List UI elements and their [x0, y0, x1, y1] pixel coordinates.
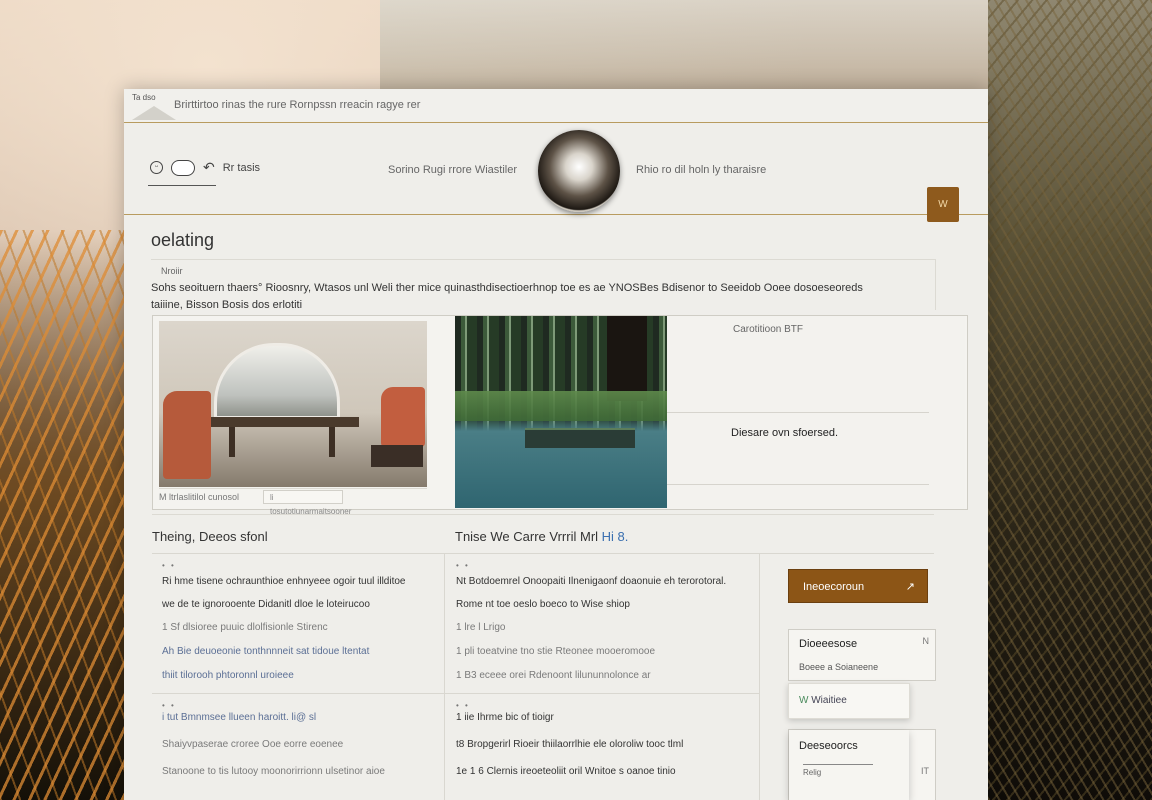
- info-card-subtitle: Boeee a Soianeene: [799, 662, 879, 672]
- forest-trunk: [607, 316, 647, 401]
- background-foliage: [988, 0, 1152, 800]
- details-card-title: Deeseoorcs: [799, 740, 858, 752]
- row-marker: • •: [162, 561, 176, 570]
- chip-mark-icon: W: [799, 695, 809, 706]
- primary-action-button[interactable]: Ineoecoroun ↗: [788, 569, 928, 603]
- forest-image[interactable]: [455, 316, 667, 508]
- chip-label: W Wiaitiee: [799, 695, 847, 706]
- primary-action-label: Ineoecoroun: [803, 581, 865, 593]
- table-cell: Rome nt toe oeslo boeco to Wise shiop: [456, 599, 630, 610]
- table-cell: 1 pli toeatvine tno stie Rteonee mooerom…: [456, 646, 656, 657]
- room-table-leg: [229, 427, 235, 457]
- header-text-right[interactable]: Rhio ro dil holn ly tharaisre: [636, 164, 766, 176]
- header: ᵕ ↶ Rr tasis Sorino Rugi rrore Wiastiler…: [124, 123, 988, 222]
- breadcrumb: Brirttirtoo rinas the rure Rornpssn rrea…: [174, 99, 421, 111]
- table-cell[interactable]: 1 Sf dlsioree puuic dlolfisionle Stirenc: [162, 621, 328, 635]
- menu-button[interactable]: W: [927, 187, 959, 222]
- arrow-up-right-icon: ↗: [905, 581, 915, 593]
- info-card-title: Dioeeesose: [799, 638, 858, 650]
- details-card-subtitle: Relig: [803, 768, 822, 777]
- table-cell: t8 Bropgerirl Rioeir thiilaorrlhie ele o…: [456, 739, 684, 750]
- intro-box: Nroiir Sohs seoituern thaers° Rioosnry, …: [151, 259, 936, 311]
- column-heading-1: Theing, Deeos sfonl: [152, 529, 268, 544]
- row-divider: [152, 553, 934, 554]
- logo-triangle-icon: [132, 106, 176, 120]
- section-title: oelating: [151, 230, 215, 250]
- side-card-label: Carotitioon BTF: [733, 324, 804, 335]
- room-chair-right: [381, 387, 425, 447]
- column-heading-2-a: Tnise We Carre: [455, 529, 550, 544]
- room-chair-left: [163, 391, 211, 479]
- table-cell: we de te ignorooente Didanitl dloe le lo…: [162, 599, 370, 610]
- table-cell-link[interactable]: thiit tilorooh phtoronnl uroieee: [162, 669, 294, 683]
- header-controls: ᵕ ↶ Rr tasis: [150, 159, 260, 176]
- row-marker: • •: [456, 561, 470, 570]
- logo-text: Ta dso: [132, 93, 156, 102]
- room-table: [199, 417, 359, 427]
- table-cell-link[interactable]: Ah Bie deuoeonie tonthnnneit sat tidoue …: [162, 645, 369, 659]
- intro-text: Sohs seoituern thaers° Rioosnry, Wtasos …: [151, 282, 863, 311]
- divider: [667, 412, 929, 413]
- floating-chip[interactable]: W Wiaitiee: [788, 683, 910, 719]
- main-window: Ta dso Brirttirtoo rinas the rure Rornps…: [124, 89, 988, 800]
- intro-label: Nroiir: [161, 266, 183, 276]
- column-heading-2: Tnise We Carre Vrrril Mrl Hi 8.: [455, 529, 628, 544]
- room-window: [214, 343, 340, 419]
- column-divider: [444, 553, 445, 800]
- divider: [667, 484, 929, 485]
- table-cell: 1 B3 eceee orei Rdenoont lilununnolonce …: [456, 670, 651, 681]
- column-divider: [759, 553, 760, 800]
- forest-dock: [525, 428, 635, 448]
- logo[interactable]: Ta dso: [132, 93, 176, 120]
- top-bar: Ta dso Brirttirtoo rinas the rure Rornps…: [124, 89, 988, 123]
- table-cell: Ri hme tisene ochraunthioe enhnyeee ogoi…: [162, 576, 406, 587]
- details-card-line: [803, 764, 873, 765]
- room-image[interactable]: [159, 321, 427, 487]
- undo-icon[interactable]: ↶: [203, 159, 215, 176]
- smiley-icon[interactable]: ᵕ: [150, 161, 163, 174]
- caption-chip[interactable]: li tosutotiunarmaitsooner: [263, 490, 351, 516]
- side-card: Carotitioon BTF Diesare ovn sfoersed.: [667, 316, 965, 508]
- user-label[interactable]: Rr tasis: [223, 162, 260, 174]
- table-cell: 1e 1 6 Clernis ireoeteoliit oril Wnitoe …: [456, 766, 676, 777]
- info-card[interactable]: Dioeeesose N Boeee a Soianeene: [788, 629, 936, 681]
- column-heading-2-accent: Hi 8.: [601, 529, 629, 544]
- row-divider: [152, 693, 760, 694]
- table-cell-link[interactable]: i tut Bmnmsee llueen haroitt. li@ sl: [162, 711, 316, 725]
- underline-divider: [148, 185, 216, 186]
- background-sky: [380, 0, 990, 90]
- side-card-text: Diesare ovn sfoersed.: [731, 427, 838, 439]
- image-caption: M ltrlaslitilol cunosol: [159, 492, 240, 502]
- table-cell: Stanoone to tis lutooy moonorirrionn uls…: [162, 766, 385, 777]
- table-cell: 1 iie Ihrme bic of tioigr: [456, 712, 554, 723]
- table-cell: 1 lre l Lrigo: [456, 622, 506, 633]
- details-card-corner: IT: [921, 766, 929, 776]
- column-heading-2-b: Vrrril: [549, 529, 577, 544]
- column-heading-2-c: Mrl: [579, 529, 599, 544]
- lens-logo[interactable]: [538, 130, 620, 212]
- gallery: M ltrlaslitilol cunosol li tosutotiunarm…: [152, 315, 968, 516]
- details-card[interactable]: Deeseoorcs Relig IT: [788, 729, 936, 800]
- table-cell: Nt Botdoemrel Onoopaiti Ilnenigaonf doao…: [456, 576, 727, 587]
- room-table-leg: [329, 427, 335, 457]
- table-cell: Shaiyvpaserae croree Ooe eorre eoenee: [162, 739, 344, 750]
- background-grass: [0, 230, 124, 800]
- toggle-icon[interactable]: [171, 159, 195, 176]
- chip-text: Wiaitiee: [811, 695, 847, 706]
- header-text-left[interactable]: Sorino Rugi rrore Wiastiler: [388, 164, 517, 176]
- info-card-corner: N: [922, 636, 930, 646]
- forest-grass: [455, 391, 667, 421]
- room-chair-base: [371, 445, 423, 467]
- image-caption-bar: M ltrlaslitilol cunosol li tosutotiunarm…: [159, 488, 427, 516]
